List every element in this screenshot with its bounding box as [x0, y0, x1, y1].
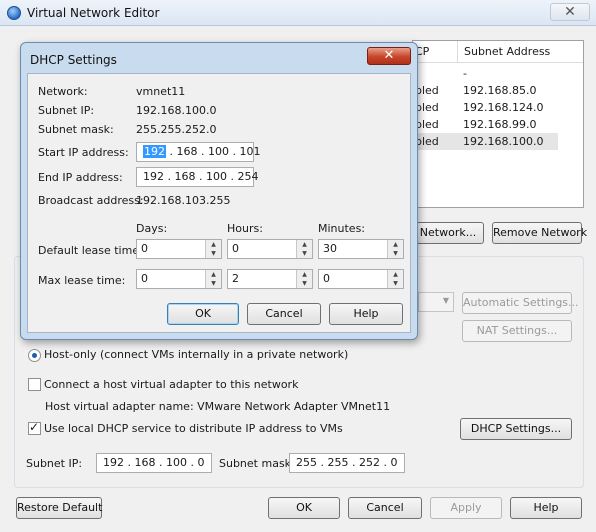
- subnet-mask-value: 255.255.252.0: [136, 123, 217, 136]
- connect-adapter-checkbox[interactable]: [28, 378, 41, 391]
- help-button[interactable]: Help: [510, 497, 582, 519]
- spin-up-icon[interactable]: ▲: [387, 270, 403, 279]
- close-icon[interactable]: ✕: [367, 47, 411, 65]
- days-label: Days:: [136, 222, 168, 235]
- close-icon[interactable]: ✕: [550, 3, 590, 21]
- table-row[interactable]: bled 192.168.124.0: [413, 99, 558, 116]
- subnet-ip-value: 192.168.100.0: [136, 104, 217, 117]
- end-ip-label: End IP address:: [38, 171, 123, 184]
- start-ip-field[interactable]: 192 . 168 . 100 . 101: [136, 142, 260, 162]
- host-only-radio[interactable]: [28, 349, 41, 362]
- max-lease-label: Max lease time:: [38, 274, 126, 287]
- dialog-cancel-button[interactable]: Cancel: [247, 303, 321, 325]
- start-ip-selected-octet: 192: [143, 145, 166, 158]
- subnet-ip-field[interactable]: 192 . 168 . 100 . 0: [96, 453, 212, 473]
- default-hours-stepper[interactable]: 0 ▲ ▼: [227, 239, 313, 259]
- host-only-label: Host-only (connect VMs internally in a p…: [44, 348, 349, 361]
- spin-down-icon[interactable]: ▼: [296, 249, 312, 258]
- network-label: Network:: [38, 85, 88, 98]
- broadcast-label: Broadcast address:: [38, 194, 144, 207]
- globe-network-icon: [7, 6, 21, 20]
- minutes-label: Minutes:: [318, 222, 366, 235]
- cancel-button[interactable]: Cancel: [348, 497, 422, 519]
- spin-up-icon[interactable]: ▲: [296, 270, 312, 279]
- window-title: Virtual Network Editor: [27, 6, 160, 20]
- spin-up-icon[interactable]: ▲: [205, 240, 221, 249]
- max-minutes-stepper[interactable]: 0 ▲ ▼: [318, 269, 404, 289]
- restore-default-button[interactable]: Restore Default: [16, 497, 102, 519]
- nat-settings-button[interactable]: NAT Settings...: [462, 320, 572, 342]
- subnet-mask-field[interactable]: 255 . 255 . 252 . 0: [289, 453, 405, 473]
- automatic-settings-button[interactable]: Automatic Settings...: [462, 292, 579, 314]
- dhcp-settings-dialog: DHCP Settings ✕ Network: vmnet11 Subnet …: [20, 42, 418, 340]
- nat-network-select[interactable]: ▼: [418, 292, 454, 312]
- table-row[interactable]: bled 192.168.85.0: [413, 82, 558, 99]
- subnet-mask-label: Subnet mask:: [219, 457, 295, 470]
- max-hours-stepper[interactable]: 2 ▲ ▼: [227, 269, 313, 289]
- spin-down-icon[interactable]: ▼: [205, 279, 221, 288]
- spin-down-icon[interactable]: ▼: [296, 279, 312, 288]
- column-header-subnet[interactable]: Subnet Address: [457, 41, 583, 63]
- dialog-body: Network: vmnet11 Subnet IP: 192.168.100.…: [27, 73, 411, 333]
- table-row-selected[interactable]: bled 192.168.100.0: [413, 133, 558, 150]
- network-value: vmnet11: [136, 85, 186, 98]
- end-ip-field[interactable]: 192 . 168 . 100 . 254: [136, 167, 258, 187]
- subnet-mask-label: Subnet mask:: [38, 123, 114, 136]
- adapter-name-text: Host virtual adapter name: VMware Networ…: [45, 400, 391, 413]
- table-row[interactable]: bled 192.168.99.0: [413, 116, 558, 133]
- column-header-dhcp[interactable]: CP: [413, 41, 457, 63]
- default-lease-label: Default lease time:: [38, 244, 143, 257]
- parent-titlebar: Virtual Network Editor ✕: [0, 0, 596, 26]
- dialog-title: DHCP Settings: [30, 53, 117, 67]
- hours-label: Hours:: [227, 222, 263, 235]
- start-ip-rest: . 168 . 100 . 101: [166, 145, 261, 158]
- dhcp-settings-button[interactable]: DHCP Settings...: [460, 418, 572, 440]
- table-row[interactable]: -: [413, 65, 558, 82]
- spin-up-icon[interactable]: ▲: [296, 240, 312, 249]
- use-dhcp-label: Use local DHCP service to distribute IP …: [44, 422, 343, 435]
- add-network-button[interactable]: Network...: [412, 222, 484, 244]
- broadcast-value: 192.168.103.255: [136, 194, 231, 207]
- network-table: CP Subnet Address - bled 192.168.85.0 bl…: [412, 40, 584, 208]
- spin-up-icon[interactable]: ▲: [387, 240, 403, 249]
- default-minutes-stepper[interactable]: 30 ▲ ▼: [318, 239, 404, 259]
- subnet-ip-label: Subnet IP:: [38, 104, 95, 117]
- ok-button[interactable]: OK: [268, 497, 340, 519]
- spin-down-icon[interactable]: ▼: [387, 249, 403, 258]
- connect-adapter-label: Connect a host virtual adapter to this n…: [44, 378, 299, 391]
- max-days-stepper[interactable]: 0 ▲ ▼: [136, 269, 222, 289]
- use-dhcp-checkbox[interactable]: ✓: [28, 420, 41, 435]
- subnet-ip-label: Subnet IP:: [26, 457, 83, 470]
- chevron-down-icon: ▼: [442, 296, 449, 305]
- dialog-help-button[interactable]: Help: [329, 303, 403, 325]
- default-days-stepper[interactable]: 0 ▲ ▼: [136, 239, 222, 259]
- apply-button[interactable]: Apply: [430, 497, 502, 519]
- dialog-ok-button[interactable]: OK: [167, 303, 239, 325]
- check-icon: ✓: [29, 420, 40, 434]
- spin-down-icon[interactable]: ▼: [387, 279, 403, 288]
- spin-up-icon[interactable]: ▲: [205, 270, 221, 279]
- start-ip-label: Start IP address:: [38, 146, 129, 159]
- remove-network-button[interactable]: Remove Network: [492, 222, 587, 244]
- spin-down-icon[interactable]: ▼: [205, 249, 221, 258]
